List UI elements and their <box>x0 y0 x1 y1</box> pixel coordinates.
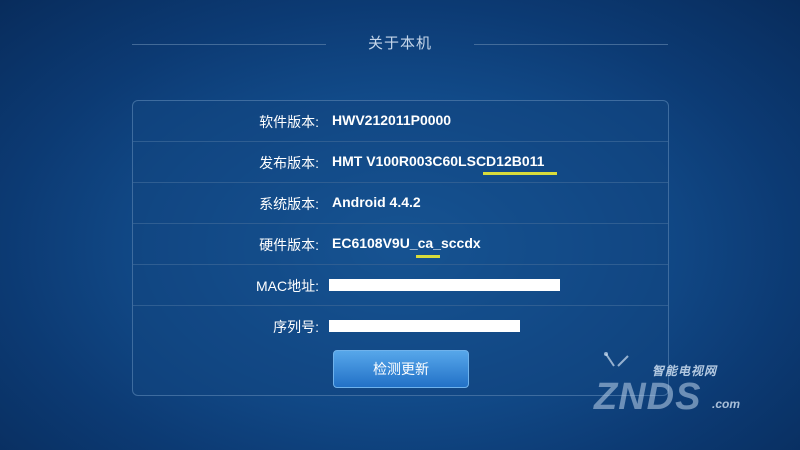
header-divider-right <box>474 44 668 45</box>
mac-address-label: MAC地址: <box>256 278 319 294</box>
software-version-value: HWV212011P0000 <box>332 112 452 128</box>
highlight-underline <box>416 255 440 258</box>
watermark-brand: ZNDS <box>594 376 702 418</box>
page-title: 关于本机 <box>367 35 432 52</box>
hardware-version-value: EC6108V9U_ca_sccdx <box>332 235 481 251</box>
info-row-hardware-version: 硬件版本: EC6108V9U_ca_sccdx <box>133 224 668 265</box>
release-version-value: HMT V100R003C60LSCD12B011 <box>332 153 545 169</box>
system-version-value: Android 4.4.2 <box>332 194 421 210</box>
info-row-mac-address: MAC地址: <box>133 265 668 306</box>
software-version-label: 软件版本: <box>259 114 319 130</box>
serial-number-redacted <box>329 320 520 332</box>
watermark-domain: .com <box>712 397 741 411</box>
info-row-software-version: 软件版本: HWV212011P0000 <box>133 101 668 142</box>
info-row-serial-number: 序列号: <box>133 306 668 347</box>
info-row-release-version: 发布版本: HMT V100R003C60LSCD12B011 <box>133 142 668 183</box>
mac-address-redacted <box>329 279 560 291</box>
info-row-system-version: 系统版本: Android 4.4.2 <box>133 183 668 224</box>
system-version-label: 系统版本: <box>259 196 319 212</box>
header: 关于本机 <box>0 30 800 60</box>
release-version-label: 发布版本: <box>259 155 319 171</box>
watermark-logo: 智能电视网 ZNDS .com <box>588 352 758 428</box>
check-update-button[interactable]: 检测更新 <box>333 350 469 388</box>
hardware-version-label: 硬件版本: <box>259 237 319 253</box>
header-divider-left <box>132 44 326 45</box>
highlight-underline <box>483 172 557 175</box>
serial-number-label: 序列号: <box>273 319 319 335</box>
